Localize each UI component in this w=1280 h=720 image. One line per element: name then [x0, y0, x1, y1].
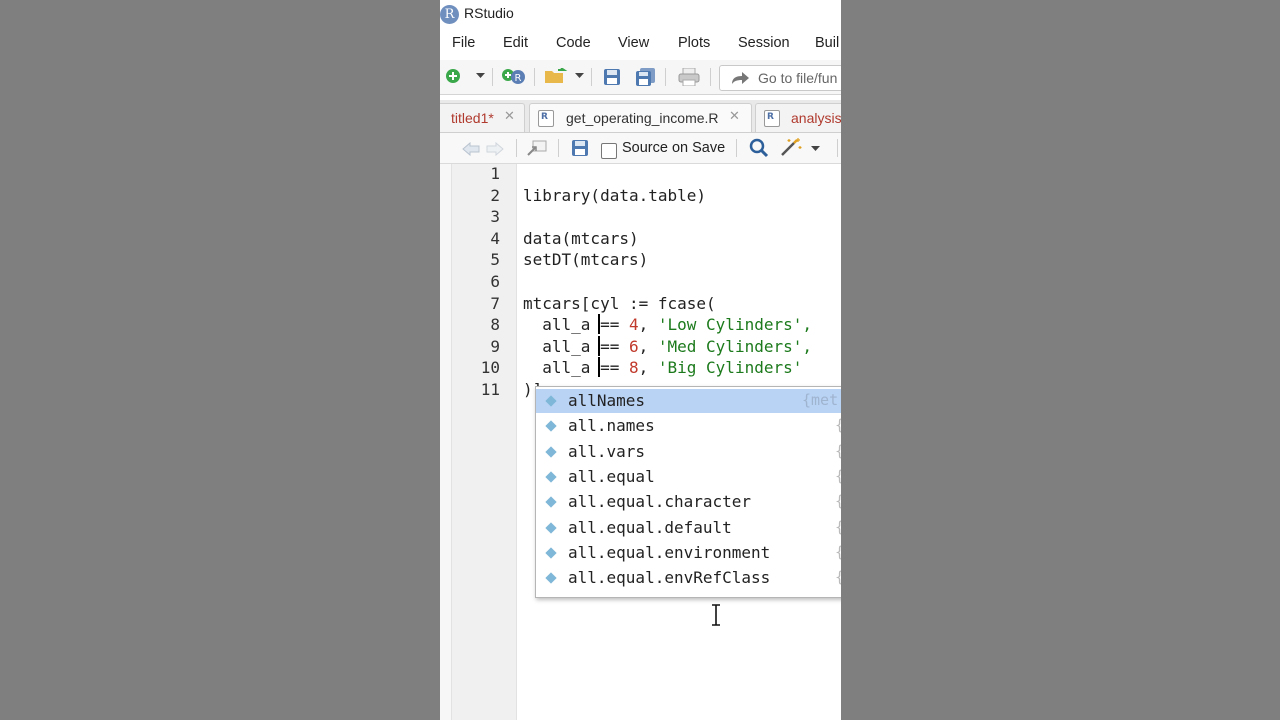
text-cursor — [598, 314, 600, 334]
menu-view[interactable]: View — [618, 35, 649, 51]
toolbar-separator — [492, 68, 493, 86]
code-line: setDT(mtcars) — [523, 250, 649, 270]
function-icon — [545, 521, 557, 534]
text-cursor — [598, 336, 600, 356]
goto-placeholder: Go to file/fun — [758, 70, 838, 86]
tab-untitled1[interactable]: titled1* ✕ — [440, 103, 525, 132]
completion-item[interactable]: all.equal.envRefClass { — [536, 566, 841, 590]
code-line: all_a == 8, 'Big Cylinders' — [523, 358, 803, 378]
menu-file[interactable]: File — [452, 35, 475, 51]
completion-item[interactable]: all.vars { — [536, 440, 841, 464]
open-folder-icon[interactable] — [544, 68, 568, 84]
tab-get-operating-income[interactable]: R get_operating_income.R ✕ — [529, 103, 752, 132]
margin-strip — [440, 164, 452, 720]
line-number: 11 — [480, 380, 500, 399]
toolbar-separator — [736, 139, 737, 157]
tab-analysis[interactable]: R analysis — [755, 103, 841, 132]
new-file-icon[interactable] — [445, 68, 461, 84]
function-icon — [545, 471, 557, 483]
completion-item[interactable]: all.equal.character { — [536, 490, 841, 514]
save-all-icon[interactable] — [635, 68, 657, 86]
show-in-window-icon[interactable] — [527, 140, 547, 156]
line-number: 1 — [490, 164, 500, 183]
goto-file-input[interactable]: Go to file/fun — [719, 65, 841, 91]
search-icon[interactable] — [749, 138, 769, 158]
goto-arrow-icon — [732, 72, 749, 84]
function-icon — [545, 445, 557, 458]
line-number: 8 — [490, 315, 500, 335]
completion-item[interactable]: allNames {met — [536, 389, 841, 413]
menu-build[interactable]: Buil — [815, 35, 839, 51]
menu-session[interactable]: Session — [738, 35, 790, 51]
tab-label: get_operating_income.R — [566, 110, 719, 126]
r-file-icon: R — [538, 110, 554, 127]
chevron-down-icon[interactable] — [476, 73, 485, 79]
source-on-save-label: Source on Save — [622, 140, 726, 156]
chevron-down-icon[interactable] — [575, 73, 584, 79]
code-line: all_a == 4, 'Low Cylinders', — [523, 315, 812, 335]
line-number: 2 — [490, 185, 500, 205]
back-arrow-icon[interactable] — [462, 142, 480, 156]
save-icon[interactable] — [603, 68, 621, 86]
menu-bar: File Edit Code View Plots Session Buil — [440, 30, 841, 58]
toolbar-separator — [558, 139, 559, 157]
code-line: mtcars[cyl := fcase( — [523, 293, 716, 313]
completion-item[interactable]: all.equal.environment { — [536, 541, 841, 565]
line-number: 5 — [490, 250, 500, 270]
window-title: RStudio — [464, 5, 514, 21]
source-on-save-checkbox[interactable] — [601, 143, 617, 159]
code-line: all_a == 6, 'Med Cylinders', — [523, 336, 812, 356]
print-icon[interactable] — [678, 68, 700, 86]
toolbar-separator — [837, 139, 838, 157]
rstudio-window: R RStudio File Edit Code View Plots Sess… — [440, 0, 841, 720]
line-number: 9 — [490, 336, 500, 356]
magic-wand-icon[interactable] — [780, 137, 804, 157]
completion-item[interactable]: all.names { — [536, 414, 841, 438]
new-project-icon[interactable]: R — [501, 67, 527, 85]
line-number: 7 — [490, 293, 500, 313]
toolbar-separator — [665, 68, 666, 86]
text-cursor — [598, 357, 600, 377]
toolbar-separator — [516, 139, 517, 157]
close-icon[interactable]: ✕ — [729, 109, 740, 124]
save-icon[interactable] — [571, 139, 589, 157]
menu-edit[interactable]: Edit — [503, 35, 528, 51]
function-icon — [545, 496, 557, 508]
autocomplete-popup[interactable]: allNames {met all.names { all.vars { all… — [535, 386, 841, 598]
ibeam-cursor-icon — [712, 604, 720, 626]
toolbar-separator — [534, 68, 535, 86]
code-line: data(mtcars) — [523, 228, 639, 248]
title-bar: R RStudio — [440, 0, 841, 30]
completion-item[interactable]: all.equal { — [536, 465, 841, 489]
forward-arrow-icon[interactable] — [486, 142, 504, 156]
code-editor[interactable]: 1 2 3 4 5 6 7 8 9 10 11 library(data.tab… — [440, 164, 841, 720]
svg-text:R: R — [515, 73, 522, 84]
code-line: library(data.table) — [523, 185, 707, 205]
main-toolbar: R Go to file/fun — [440, 60, 841, 95]
r-file-icon: R — [764, 110, 780, 127]
line-number: 4 — [490, 228, 500, 248]
line-number: 6 — [490, 272, 500, 291]
function-icon — [545, 395, 557, 407]
function-icon — [545, 420, 557, 432]
editor-tabs: titled1* ✕ R get_operating_income.R ✕ R … — [440, 100, 841, 133]
menu-code[interactable]: Code — [556, 35, 591, 51]
tab-label: analysis — [791, 110, 841, 126]
chevron-down-icon[interactable] — [811, 146, 820, 152]
editor-toolbar: Source on Save — [440, 133, 841, 164]
close-icon[interactable]: ✕ — [504, 109, 515, 124]
function-icon — [545, 572, 557, 584]
toolbar-separator — [591, 68, 592, 86]
r-logo-icon: R — [440, 5, 459, 24]
function-icon — [545, 547, 557, 559]
line-number: 10 — [480, 358, 500, 378]
line-number: 3 — [490, 207, 500, 227]
tab-label: titled1* — [451, 110, 494, 126]
toolbar-separator — [710, 68, 711, 86]
completion-item[interactable]: all.equal.default { — [536, 516, 841, 540]
menu-plots[interactable]: Plots — [678, 35, 710, 51]
